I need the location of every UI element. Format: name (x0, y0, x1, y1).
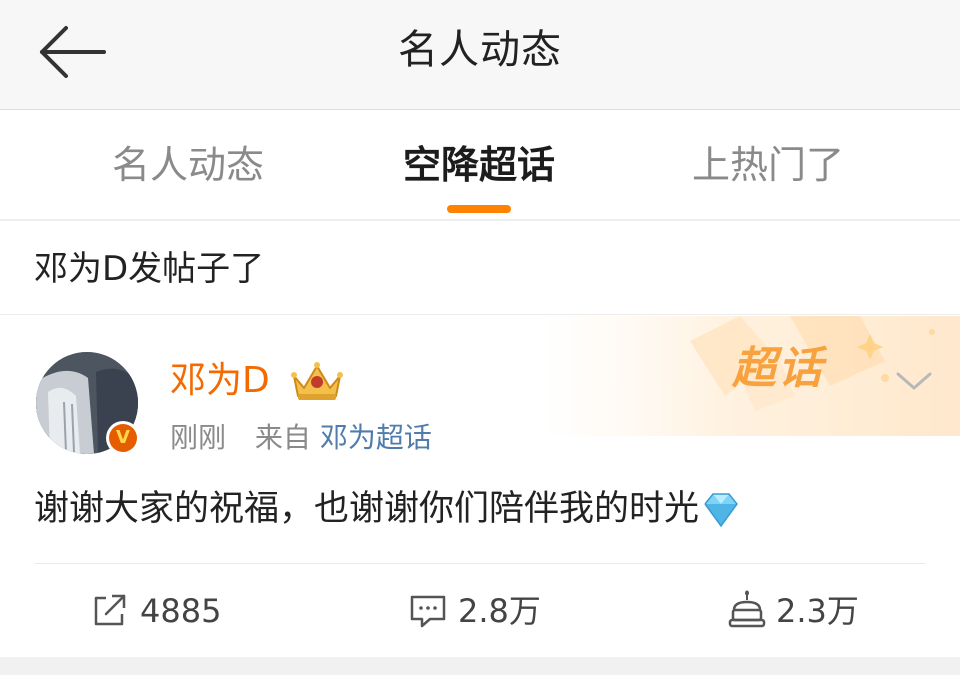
username[interactable]: 邓为D (170, 356, 270, 406)
section-label: 邓为D发帖子了 (34, 249, 265, 289)
comment-button[interactable]: 2.8万 (408, 578, 541, 644)
tab-trending[interactable]: 上热门了 (608, 111, 928, 219)
chevron-down-icon[interactable] (894, 366, 934, 396)
post-content: 谢谢大家的祝福，也谢谢你们陪伴我的时光 (34, 484, 743, 534)
post-time: 刚刚 (170, 421, 227, 454)
diamond-icon (704, 493, 738, 528)
bottom-spacer (0, 657, 960, 675)
like-button[interactable]: 2.3万 (728, 578, 859, 644)
page: 名人动态 名人动态 空降超话 上热门了 邓为D发帖子了 V 邓为D 刚刚 来自 … (0, 0, 960, 675)
tab-chaohua[interactable]: 空降超话 (319, 111, 639, 219)
repost-button[interactable]: 4885 (90, 578, 221, 644)
post-meta: 刚刚 来自 邓为超话 (170, 416, 432, 460)
post-actions: 4885 2.8万 2.3万 (0, 578, 960, 644)
page-title: 名人动态 (398, 27, 562, 73)
verified-v-icon: V (109, 424, 137, 452)
comment-icon (410, 595, 446, 628)
comment-count: 2.8万 (458, 592, 541, 630)
post-text: 谢谢大家的祝福，也谢谢你们陪伴我的时光 (34, 489, 700, 529)
chaohua-badge: 超话 (732, 343, 824, 394)
top-navigation-bar: 名人动态 (0, 0, 960, 110)
cake-icon (728, 590, 766, 628)
active-tab-indicator (447, 205, 511, 213)
source-link[interactable]: 邓为超话 (320, 421, 432, 454)
crown-icon (291, 362, 343, 400)
divider (34, 563, 926, 564)
post-card: V 邓为D 刚刚 来自 邓为超话 超话 谢谢大家的祝福，也谢谢你们陪伴我的时光 (0, 316, 960, 656)
repost-count: 4885 (140, 592, 222, 630)
repost-icon (94, 594, 126, 626)
verified-badge: V (106, 421, 140, 455)
like-count: 2.3万 (776, 592, 859, 630)
source-prefix: 来自 (254, 421, 311, 454)
tab-bar: 名人动态 空降超话 上热门了 (0, 111, 960, 221)
tab-celebrity-news[interactable]: 名人动态 (28, 111, 348, 219)
section-header: 邓为D发帖子了 (0, 223, 960, 315)
